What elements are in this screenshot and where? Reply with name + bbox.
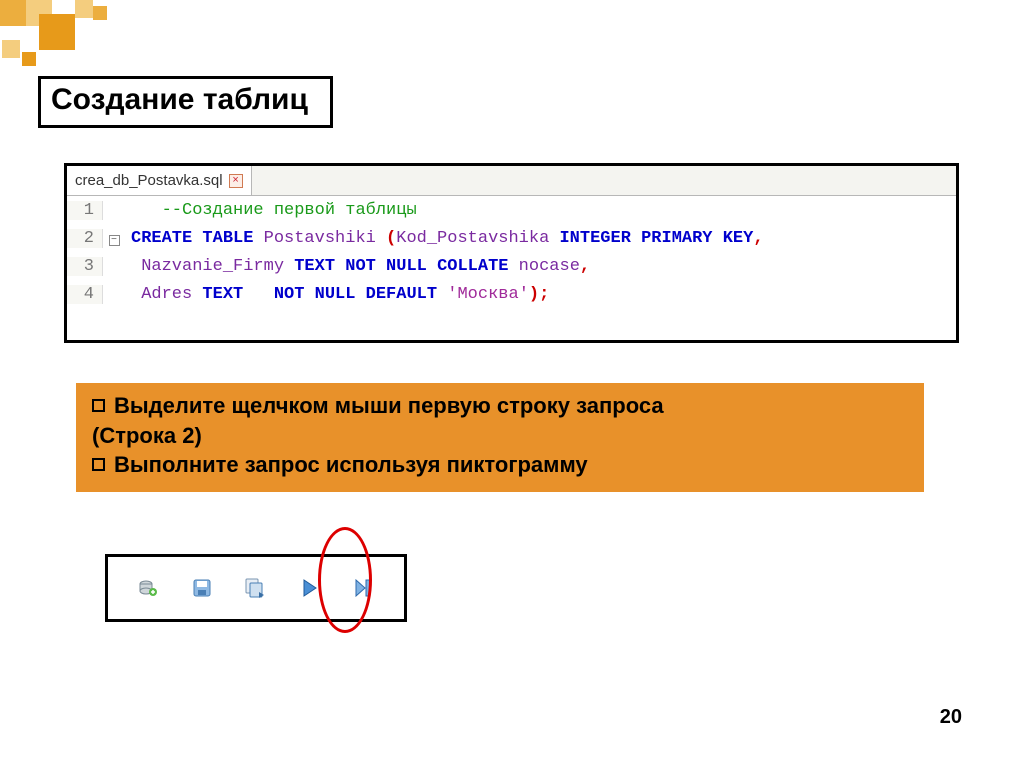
copy-run-icon[interactable]	[242, 576, 270, 600]
decor-block	[22, 52, 36, 66]
decor-block	[39, 14, 75, 50]
instruction-box: Выделите щелчком мыши первую строку запр…	[76, 383, 924, 492]
sql-comment: --Создание первой таблицы	[162, 201, 417, 220]
line-number: 1	[67, 201, 103, 220]
db-add-icon[interactable]	[134, 576, 162, 600]
decor-block	[93, 6, 107, 20]
decor-block	[0, 0, 26, 26]
fold-gutter: −	[103, 229, 125, 248]
sql-keyword: NOT NULL DEFAULT	[274, 285, 447, 304]
sql-punct: );	[529, 285, 549, 304]
editor-tab[interactable]: crea_db_Postavka.sql ×	[67, 166, 252, 195]
sql-keyword: CREATE TABLE	[131, 229, 253, 248]
editor-tabbar: crea_db_Postavka.sql ×	[67, 166, 956, 196]
sql-identifier: nocase	[508, 257, 579, 276]
sql-keyword: INTEGER PRIMARY KEY	[549, 229, 753, 248]
editor-body: 1 --Создание первой таблицы 2 − CREATE T…	[67, 196, 956, 308]
sql-identifier: Adres	[141, 285, 202, 304]
sql-identifier: Postavshiki	[253, 229, 386, 248]
tab-filename: crea_db_Postavka.sql	[75, 172, 223, 189]
instruction-item: Выделите щелчком мыши первую строку запр…	[92, 391, 908, 421]
sql-keyword: TEXT	[294, 257, 345, 276]
code-line: 3 Nazvanie_Firmy TEXT NOT NULL COLLATE n…	[67, 252, 956, 280]
code-line: 2 − CREATE TABLE Postavshiki (Kod_Postav…	[67, 224, 956, 252]
page-number: 20	[940, 706, 962, 729]
instruction-item: Выполните запрос используя пиктограмму	[92, 450, 908, 480]
play-icon[interactable]	[296, 576, 324, 600]
instruction-text-cont: (Строка 2)	[92, 421, 908, 451]
code-line: 1 --Создание первой таблицы	[67, 196, 956, 224]
square-bullet-icon	[92, 450, 114, 480]
square-bullet-icon	[92, 391, 114, 421]
sql-keyword: TEXT	[202, 285, 273, 304]
sql-identifier: Kod_Postavshika	[396, 229, 549, 248]
sql-string: 'Москва'	[447, 285, 529, 304]
instruction-text: Выполните запрос используя пиктограмму	[114, 450, 588, 480]
fold-collapse-icon[interactable]: −	[109, 235, 120, 246]
close-icon[interactable]: ×	[229, 174, 243, 188]
code-line: 4 Adres TEXT NOT NULL DEFAULT 'Москва');	[67, 280, 956, 308]
sql-punct: (	[386, 229, 396, 248]
sql-punct: ,	[580, 257, 590, 276]
slide-title: Создание таблиц	[51, 83, 308, 116]
sql-editor-screenshot: crea_db_Postavka.sql × 1 --Создание перв…	[64, 163, 959, 343]
line-number: 2	[67, 229, 103, 248]
execute-all-icon[interactable]	[350, 576, 378, 600]
decor-block	[2, 40, 20, 58]
line-number: 4	[67, 285, 103, 304]
sql-identifier: Nazvanie_Firmy	[141, 257, 294, 276]
instruction-text: Выделите щелчком мыши первую строку запр…	[114, 391, 664, 421]
sql-punct: ,	[753, 229, 763, 248]
toolbar-screenshot	[105, 554, 407, 622]
sql-keyword: NOT NULL COLLATE	[345, 257, 508, 276]
save-icon[interactable]	[188, 576, 216, 600]
line-number: 3	[67, 257, 103, 276]
slide-title-box: Создание таблиц	[38, 76, 333, 128]
decor-block	[75, 0, 93, 18]
